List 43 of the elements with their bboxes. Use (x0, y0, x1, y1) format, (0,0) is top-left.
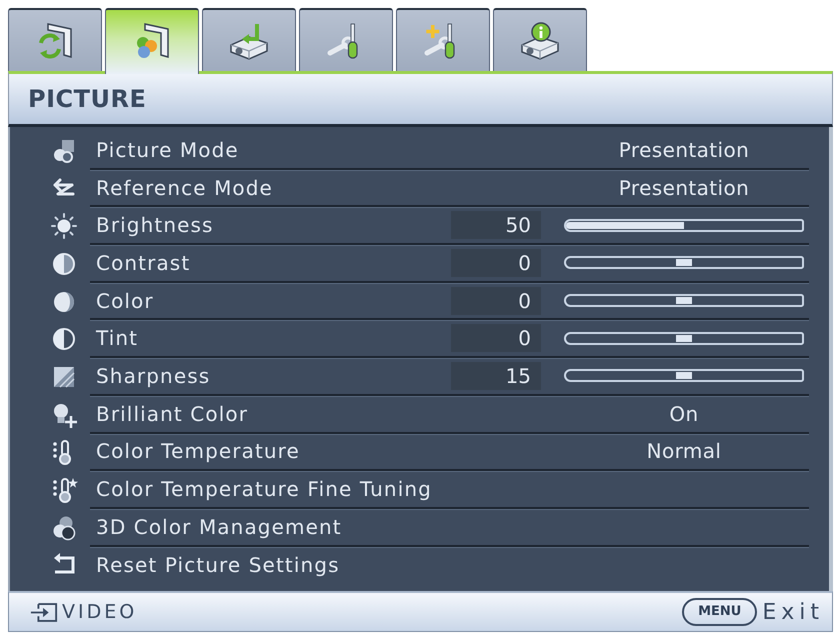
setting-value: On (669, 402, 699, 426)
slider-track[interactable] (564, 256, 804, 270)
slider-track[interactable] (564, 294, 804, 308)
value-readout: 0 (451, 248, 541, 277)
source-label: VIDEO (62, 601, 138, 623)
menu-tab[interactable] (105, 8, 199, 74)
setting-value: Presentation (618, 176, 750, 200)
menu-tab[interactable] (202, 8, 296, 71)
sun-icon (50, 212, 78, 240)
value-readout: 15 (451, 362, 541, 390)
menu-item[interactable]: Contrast (96, 250, 190, 275)
menu-item[interactable]: Sharpness (96, 364, 210, 388)
setting-value: Presentation (618, 138, 750, 162)
menu-item[interactable]: Tint (96, 326, 138, 350)
menu-item[interactable]: 3D Color Management (96, 514, 342, 539)
exit-label: Exit (762, 600, 824, 624)
value-readout: 50 (451, 211, 541, 240)
menu-item[interactable]: Color (96, 288, 154, 313)
menu-key: MENU (682, 598, 758, 626)
value-readout: 0 (451, 286, 541, 315)
value-readout: 0 (451, 324, 541, 352)
menu-tab[interactable] (299, 8, 393, 71)
menu-tab[interactable] (396, 8, 490, 71)
menu-tab[interactable] (493, 8, 587, 71)
setting-value: Normal (646, 439, 722, 464)
menu-item[interactable]: Reference Mode (96, 176, 273, 200)
slider-thumb[interactable] (676, 334, 692, 342)
menu-item[interactable]: Brilliant Color (96, 402, 248, 426)
slider-thumb[interactable] (676, 259, 692, 266)
thermometer-star-icon (50, 476, 78, 504)
slider-thumb[interactable] (676, 297, 692, 304)
slider-thumb[interactable] (676, 372, 692, 380)
menu-item[interactable]: Brightness (96, 213, 214, 238)
menu-item[interactable]: Color Temperature Fine Tuning (96, 477, 432, 502)
input-icon (30, 602, 58, 622)
menu-item[interactable]: Reset Picture Settings (96, 553, 340, 578)
menu-title: PICTURE (28, 85, 146, 113)
slider-track[interactable] (564, 369, 804, 382)
slider-track[interactable] (564, 218, 804, 232)
slider-track[interactable] (564, 332, 804, 345)
menu-item[interactable]: Color Temperature (96, 439, 300, 464)
menu-item[interactable]: Picture Mode (96, 138, 239, 162)
menu-tab[interactable] (8, 8, 102, 71)
